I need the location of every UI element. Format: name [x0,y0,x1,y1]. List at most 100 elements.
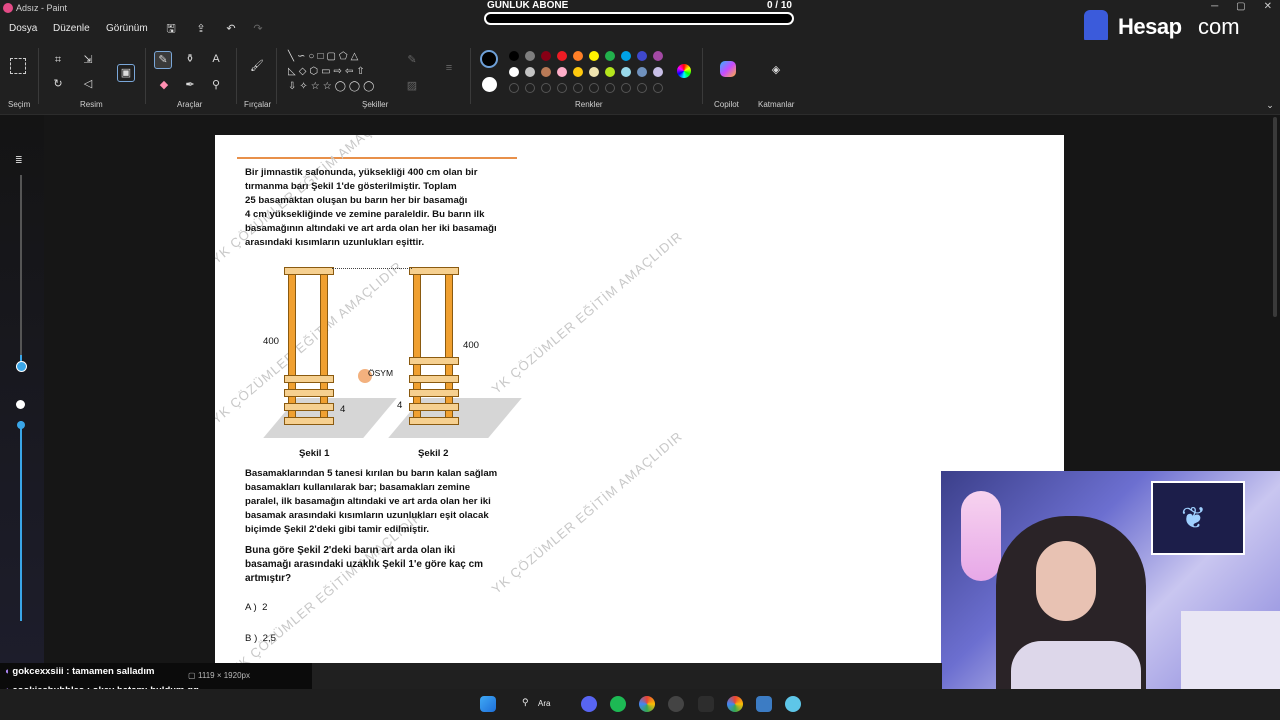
rail [413,271,421,425]
start-icon[interactable] [480,696,496,712]
custom-color-slot[interactable] [605,83,615,93]
photos-icon[interactable] [756,696,772,712]
secondary-color[interactable] [482,77,497,92]
color-swatch[interactable] [589,51,599,61]
custom-color-slot[interactable] [509,83,519,93]
text-line: Bir jimnastik salonunda, yüksekliği 400 … [245,167,478,178]
color-picker-icon[interactable]: ✒ [182,77,198,93]
app-icon[interactable] [698,696,714,712]
crop-icon[interactable]: ⌗ [50,52,66,68]
magnifier-icon[interactable]: ⚲ [208,77,224,93]
color-swatch[interactable] [605,51,615,61]
undo-icon[interactable]: ↶ [223,21,239,37]
subscriber-goal: GÜNLÜK ABONE 0 / 10 [484,0,796,28]
redo-icon[interactable]: ↷ [250,21,266,37]
flip-icon[interactable]: ◁ [80,76,96,92]
app-icon[interactable] [668,696,684,712]
shapes-gallery[interactable]: ╲∽○□▢⬠△ ◺◇⬡▭⇨⇦⇧ ⇩✧☆☆◯◯◯ [288,49,392,94]
color-swatch[interactable] [621,67,631,77]
menu-edit[interactable]: Düzenle [53,23,90,34]
height-label-right: 400 [463,340,480,351]
color-swatch[interactable] [653,51,663,61]
shape-fill-icon[interactable]: ▨ [404,78,420,94]
custom-color-slot[interactable] [621,83,631,93]
window-title: Adsız - Paint [16,3,68,13]
text-icon[interactable]: A [208,51,224,67]
zoom-slider-track[interactable] [20,175,22,365]
ribbon-collapse-icon[interactable]: ⌄ [1262,97,1278,113]
resize-icon[interactable]: ⇲ [80,52,96,68]
shape-size-icon[interactable]: ≡ [441,60,457,76]
color-swatch[interactable] [509,67,519,77]
text-line: biçimde Şekil 2'deki gibi tamir edilmişt… [245,524,430,535]
zoom-slider-thumb[interactable] [16,361,27,372]
step-label-right: 4 [397,400,403,411]
custom-color-slot[interactable] [573,83,583,93]
divider [470,48,471,104]
chat-user: gokcexxsiii [12,666,64,677]
custom-color-slot[interactable] [653,83,663,93]
opacity-slider[interactable] [20,421,22,621]
pencil-icon[interactable]: ✎ [154,51,172,69]
primary-color[interactable] [480,50,498,68]
color-swatch[interactable] [589,67,599,77]
share-icon[interactable]: ⇪ [193,21,209,37]
taskbar: ⚲ Ara [0,689,1280,720]
edit-colors-icon[interactable] [677,64,691,78]
custom-color-slot[interactable] [589,83,599,93]
taskbar-search[interactable]: Ara [538,699,550,708]
spotify-icon[interactable] [610,696,626,712]
ribbon-toolbar: Seçim ⌗ ⇲ ↻ ◁ ▣ Resim ✎ ⚱ A ◆ ✒ ⚲ Araçla… [0,40,1280,115]
outline-icon[interactable]: ✎ [404,52,420,68]
vertical-scrollbar[interactable] [1273,117,1277,317]
layers-icon[interactable]: ◈ [768,62,784,78]
color-swatch[interactable] [573,67,583,77]
step [284,375,334,383]
microphone [961,491,1001,581]
canvas-page[interactable]: YK ÇÖZÜMLER EĞİTİM AMAÇLIDIR YK ÇÖZÜMLER… [215,135,1064,663]
butterfly-icon: ❦ [1181,502,1207,535]
color-swatch[interactable] [541,67,551,77]
color-swatch[interactable] [637,67,647,77]
question-paragraph-2: Basamaklarından 5 tanesi kırılan bu barı… [245,467,535,537]
opacity-slider-thumb[interactable] [17,421,25,429]
canvas-size: 1119 × 1920px [198,671,250,680]
color-swatch[interactable] [525,67,535,77]
color-swatch[interactable] [541,51,551,61]
text-line: Buna göre Şekil 2'deki barın art arda ol… [245,545,456,556]
custom-color-slot[interactable] [637,83,647,93]
canvas-size-icon: ▢ [188,671,196,680]
custom-color-slot[interactable] [541,83,551,93]
text-line: paralel, ilk basamağın altındaki ve art … [245,496,491,507]
paint-icon[interactable] [785,696,801,712]
color-swatch[interactable] [621,51,631,61]
color-swatch[interactable] [637,51,647,61]
color-swatch[interactable] [525,51,535,61]
custom-color-slot[interactable] [525,83,535,93]
copilot-icon[interactable] [720,61,736,77]
eraser-icon[interactable]: ◆ [156,77,172,93]
menu-view[interactable]: Görünüm [106,23,148,34]
color-swatch[interactable] [557,67,567,77]
dotted-line [332,268,412,269]
color-swatch[interactable] [605,67,615,77]
rotate-icon[interactable]: ↻ [50,76,66,92]
color-swatch[interactable] [509,51,519,61]
image-select-icon[interactable]: ▣ [117,64,135,82]
group-brushes-label: Fırçalar [244,100,272,109]
step [284,389,334,397]
menu-file[interactable]: Dosya [9,23,37,34]
search-icon[interactable]: ⚲ [522,697,529,708]
color-swatch[interactable] [653,67,663,77]
save-icon[interactable]: 🖫 [163,21,179,37]
fill-icon[interactable]: ⚱ [182,51,198,67]
group-layers-label: Katmanlar [758,100,795,109]
custom-color-slot[interactable] [557,83,567,93]
brush-icon[interactable]: 🖌 [249,58,265,74]
chrome-icon[interactable] [639,696,655,712]
select-icon[interactable] [10,58,26,74]
color-swatch[interactable] [573,51,583,61]
chrome-icon[interactable] [727,696,743,712]
discord-icon[interactable] [581,696,597,712]
color-swatch[interactable] [557,51,567,61]
